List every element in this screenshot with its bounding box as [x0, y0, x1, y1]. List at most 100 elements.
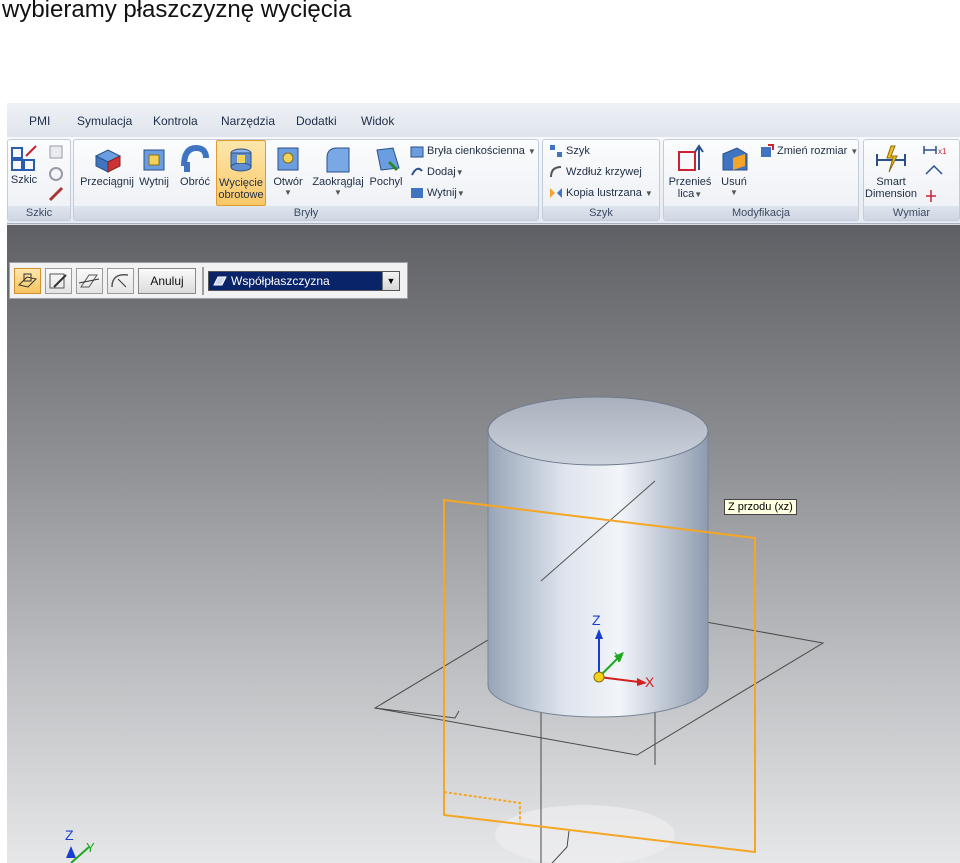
plane-method-value: Współpłaszczyzna: [231, 274, 330, 288]
thin-wall-icon: [410, 146, 424, 158]
revolved-cut-icon: [230, 148, 252, 172]
smart-label-2: Dimension: [865, 188, 917, 200]
cut-icon: [143, 149, 165, 171]
wytnij-small-button[interactable]: Wytnij▼: [410, 186, 465, 200]
przeciagnij-label: Przeciągnij: [80, 176, 134, 188]
draft-icon: [376, 147, 400, 172]
page-caption: wybieramy płaszczyznę wycięcia: [2, 0, 352, 23]
pochyl-label: Pochyl: [369, 176, 403, 188]
group-szyk-label: Szyk: [543, 206, 659, 220]
usun-label: Usuń: [721, 176, 747, 188]
usun-dropdown-icon[interactable]: ▼: [716, 188, 752, 197]
group-modyfikacja-label: Modyfikacja: [664, 206, 858, 220]
cylinder-top-face[interactable]: [487, 396, 709, 466]
hole-icon: [277, 147, 299, 171]
extent-step-button[interactable]: [107, 268, 134, 294]
przenies-label-1: Przenieś: [668, 176, 712, 188]
otwor-dropdown-icon[interactable]: ▼: [272, 188, 304, 197]
cad-application: PMI Symulacja Kontrola Narzędzia Dodatki…: [7, 103, 960, 863]
plane-tooltip: Z przodu (xz): [724, 499, 797, 515]
revolve-icon: [181, 144, 209, 172]
przeciagnij-button[interactable]: Przeciągnij: [78, 144, 136, 188]
svg-text:x1: x1: [938, 147, 947, 156]
menu-kontrola[interactable]: Kontrola: [153, 114, 198, 128]
extrude-icon: [94, 149, 122, 173]
szkic-label: Szkic: [10, 174, 38, 186]
ribbon: Szkic Szkic Przeciągnij Wytnij Obróć Wyc…: [7, 137, 960, 224]
xy-plane-tab: [374, 707, 460, 719]
zaokraglaj-label: Zaokrąglaj: [312, 176, 364, 188]
otwor-button[interactable]: Otwór ▼: [272, 144, 304, 197]
wyciecie-label-1: Wycięcie: [219, 177, 263, 189]
pattern-icon: [550, 145, 562, 157]
menu-bar: PMI Symulacja Kontrola Narzędzia Dodatki…: [7, 103, 960, 138]
wzdluz-krzywej-label: Wzdłuż krzywej: [566, 165, 642, 178]
triad-x-label: X: [645, 674, 655, 690]
wytnij-small-label: Wytnij: [427, 186, 457, 199]
group-modyfikacja: Przenieś lica▼ Usuń ▼ Zmień rozmiar ▼ Mo…: [663, 139, 859, 221]
menu-narzedzia[interactable]: Narzędzia: [221, 114, 275, 128]
bryla-cienkoscienna-label: Bryła cienkościenna: [427, 144, 525, 157]
triad-z-label: Z: [592, 612, 601, 628]
group-szkic-label: Szkic: [8, 206, 70, 220]
shadow: [495, 805, 675, 863]
szkic-button[interactable]: Szkic: [9, 144, 39, 190]
command-bar-separator: [202, 267, 204, 295]
group-szyk: Szyk Wzdłuż krzywej Kopia lustrzana ▼ Sz…: [542, 139, 660, 221]
usun-button[interactable]: Usuń ▼: [716, 144, 752, 197]
group-wymiar-label: Wymiar: [864, 206, 959, 220]
dodaj-label: Dodaj: [427, 165, 456, 178]
wytnij-button[interactable]: Wytnij: [138, 144, 170, 188]
draw-profile-button[interactable]: [45, 268, 72, 294]
plane-step-button[interactable]: [14, 268, 41, 294]
menu-pmi[interactable]: PMI: [29, 114, 50, 128]
szyk-button[interactable]: Szyk: [549, 144, 590, 158]
zmien-rozmiar-label: Zmień rozmiar: [777, 144, 848, 157]
xz-plane-tab: [443, 791, 521, 822]
plane-method-select[interactable]: Współpłaszczyzna ▼: [208, 271, 400, 291]
move-face-icon: [678, 144, 704, 171]
add-icon: [411, 167, 423, 176]
sketch-icon: [11, 145, 37, 171]
kopia-lustrzana-button[interactable]: Kopia lustrzana ▼: [549, 186, 653, 200]
wyciecie-label-2: obrotowe: [218, 189, 264, 201]
group-wymiar: Smart Dimension x1 Wymiar: [863, 139, 960, 221]
group-bryly: Przeciągnij Wytnij Obróć Wycięcie obroto…: [73, 139, 539, 221]
chevron-down-icon[interactable]: ▼: [382, 272, 399, 290]
group-bryly-label: Bryły: [74, 206, 538, 220]
dimension-tools-icon[interactable]: x1: [922, 144, 958, 204]
group-szkic: Szkic Szkic: [7, 139, 71, 221]
plane-step-icon: [18, 273, 37, 288]
dodaj-button[interactable]: Dodaj▼: [410, 165, 464, 179]
wzdluz-krzywej-button[interactable]: Wzdłuż krzywej: [549, 165, 642, 179]
corner-z-label: Z: [65, 827, 74, 843]
sketch-tools-icon[interactable]: [46, 144, 68, 204]
graphics-viewport[interactable]: Z Y X Z Y Anuluj Współpłaszczyzna ▼ Z pr…: [7, 225, 960, 863]
round-icon: [326, 147, 350, 173]
mirror-icon: [550, 188, 562, 198]
zaokraglaj-button[interactable]: Zaokrąglaj ▼: [310, 144, 366, 197]
obroc-button[interactable]: Obróć: [178, 144, 212, 188]
command-bar: Anuluj Współpłaszczyzna ▼: [9, 262, 408, 299]
menu-dodatki[interactable]: Dodatki: [296, 114, 337, 128]
pochyl-button[interactable]: Pochyl: [368, 144, 404, 188]
triad-y-label: Y: [614, 649, 624, 665]
bryla-cienkoscienna-button[interactable]: Bryła cienkościenna ▼: [410, 144, 536, 158]
axis-icon: [78, 274, 100, 288]
menu-symulacja[interactable]: Symulacja: [77, 114, 132, 128]
wytnij-label: Wytnij: [139, 176, 169, 188]
axis-step-button[interactable]: [76, 268, 103, 294]
wyciecie-obrotowe-button[interactable]: Wycięcie obrotowe: [216, 140, 266, 206]
przenies-label-2: lica: [677, 188, 695, 200]
curve-pattern-icon: [550, 166, 562, 178]
smart-dimension-icon: [876, 145, 906, 173]
origin-point[interactable]: [593, 671, 605, 683]
obroc-label: Obróć: [180, 176, 210, 188]
smart-dimension-button[interactable]: Smart Dimension: [864, 144, 918, 200]
zaokraglaj-dropdown-icon[interactable]: ▼: [310, 188, 366, 197]
cancel-button[interactable]: Anuluj: [138, 268, 196, 294]
menu-widok[interactable]: Widok: [361, 114, 394, 128]
zmien-rozmiar-button[interactable]: Zmień rozmiar ▼: [760, 144, 858, 158]
szyk-label: Szyk: [566, 144, 590, 157]
przenies-lica-button[interactable]: Przenieś lica▼: [668, 144, 712, 200]
